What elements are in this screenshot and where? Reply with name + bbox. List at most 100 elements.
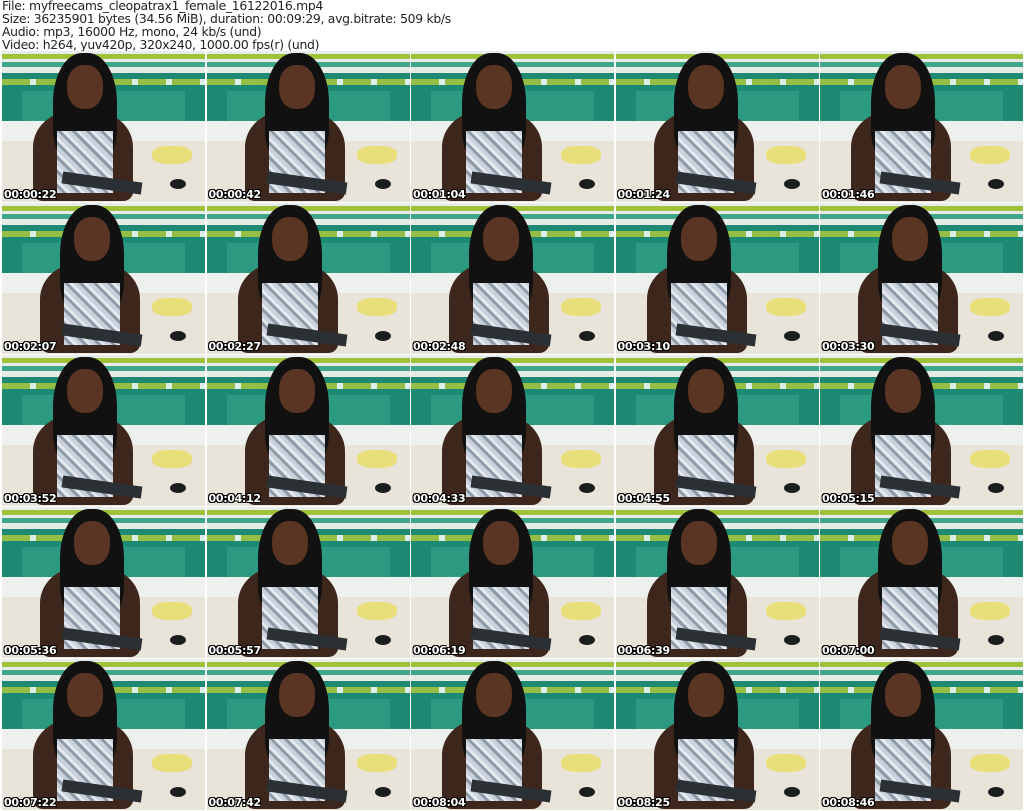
pillow [765, 298, 806, 316]
pillow [356, 754, 397, 772]
person-face [278, 369, 315, 413]
video-thumbnail: 00:04:33 [411, 355, 614, 506]
mouse [579, 787, 595, 797]
mouse [170, 331, 186, 341]
timestamp: 00:01:46 [822, 188, 875, 201]
pillow [152, 754, 192, 772]
timestamp: 00:03:52 [4, 492, 57, 505]
pillow [356, 450, 397, 468]
timestamp: 00:08:46 [822, 796, 875, 809]
person-face [271, 217, 308, 261]
person-face [476, 673, 512, 717]
person-face [67, 65, 103, 109]
video-thumbnail: 00:05:57 [206, 507, 410, 658]
video-thumbnail: 00:03:30 [820, 203, 1023, 354]
timestamp: 00:00:22 [4, 188, 57, 201]
pillow [561, 298, 601, 316]
video-thumbnail: 00:01:04 [411, 51, 614, 202]
pillow [561, 602, 601, 620]
video-thumbnail: 00:02:27 [206, 203, 410, 354]
pillow [765, 602, 806, 620]
pillow [152, 450, 192, 468]
person-face [278, 673, 315, 717]
pillow [970, 146, 1010, 164]
mouse [783, 635, 800, 645]
timestamp: 00:05:36 [4, 644, 57, 657]
video-thumbnail: 00:04:12 [206, 355, 410, 506]
mouse [374, 483, 391, 493]
mouse [783, 483, 800, 493]
video-thumbnail: 00:08:04 [411, 659, 614, 810]
timestamp: 00:05:57 [208, 644, 262, 657]
person-face [476, 369, 512, 413]
mouse [783, 787, 800, 797]
person-face [885, 673, 921, 717]
pillow [356, 298, 397, 316]
video-thumbnail: 00:07:22 [2, 659, 205, 810]
video-thumbnail: 00:05:15 [820, 355, 1023, 506]
timestamp: 00:06:19 [413, 644, 466, 657]
mouse [988, 331, 1004, 341]
video-thumbnail: 00:08:25 [615, 659, 819, 810]
mouse [170, 635, 186, 645]
timestamp: 00:02:07 [4, 340, 57, 353]
mouse [988, 179, 1004, 189]
timestamp: 00:04:33 [413, 492, 466, 505]
timestamp: 00:07:22 [4, 796, 57, 809]
person-face [67, 369, 103, 413]
video-thumbnail: 00:02:07 [2, 203, 205, 354]
pillow [970, 450, 1010, 468]
video-thumbnail: 00:04:55 [615, 355, 819, 506]
video-thumbnail: 00:07:00 [820, 507, 1023, 658]
person-face [278, 65, 315, 109]
video-thumbnail: 00:06:19 [411, 507, 614, 658]
timestamp: 00:01:04 [413, 188, 466, 201]
person-face [687, 369, 724, 413]
video-thumbnail: 00:00:22 [2, 51, 205, 202]
pillow [765, 450, 806, 468]
pillow [765, 146, 806, 164]
video-thumbnail: 00:02:48 [411, 203, 614, 354]
pillow [356, 602, 397, 620]
person-face [483, 217, 519, 261]
pillow [970, 754, 1010, 772]
timestamp: 00:07:00 [822, 644, 875, 657]
file-info-header: File: myfreecams_cleopatrax1_female_1612… [2, 0, 451, 51]
timestamp: 00:03:30 [822, 340, 875, 353]
pillow [970, 298, 1010, 316]
timestamp: 00:07:42 [208, 796, 262, 809]
person-face [892, 217, 928, 261]
timestamp: 00:08:25 [617, 796, 671, 809]
mouse [579, 483, 595, 493]
pillow [152, 146, 192, 164]
mouse [579, 635, 595, 645]
timestamp: 00:06:39 [617, 644, 671, 657]
person-face [74, 521, 110, 565]
person-face [885, 65, 921, 109]
pillow [561, 146, 601, 164]
video-info: Video: h264, yuv420p, 320x240, 1000.00 f… [2, 37, 320, 52]
mouse [988, 787, 1004, 797]
pillow [152, 602, 192, 620]
pillow [970, 602, 1010, 620]
pillow [356, 146, 397, 164]
timestamp: 00:01:24 [617, 188, 671, 201]
pillow [561, 450, 601, 468]
person-face [74, 217, 110, 261]
mouse [170, 179, 186, 189]
mouse [783, 331, 800, 341]
mouse [170, 787, 186, 797]
mouse [579, 331, 595, 341]
video-thumbnail: 00:07:42 [206, 659, 410, 810]
mouse [374, 635, 391, 645]
person-face [271, 521, 308, 565]
mouse [374, 179, 391, 189]
mouse [374, 787, 391, 797]
thumbnail-grid: 00:00:22 00:00:42 00:01:04 00:01:24 00:01:46… [2, 51, 1023, 810]
mouse [988, 635, 1004, 645]
timestamp: 00:02:27 [208, 340, 262, 353]
video-thumbnail: 00:01:46 [820, 51, 1023, 202]
pillow [152, 298, 192, 316]
video-thumbnail: 00:06:39 [615, 507, 819, 658]
video-thumbnail: 00:05:36 [2, 507, 205, 658]
